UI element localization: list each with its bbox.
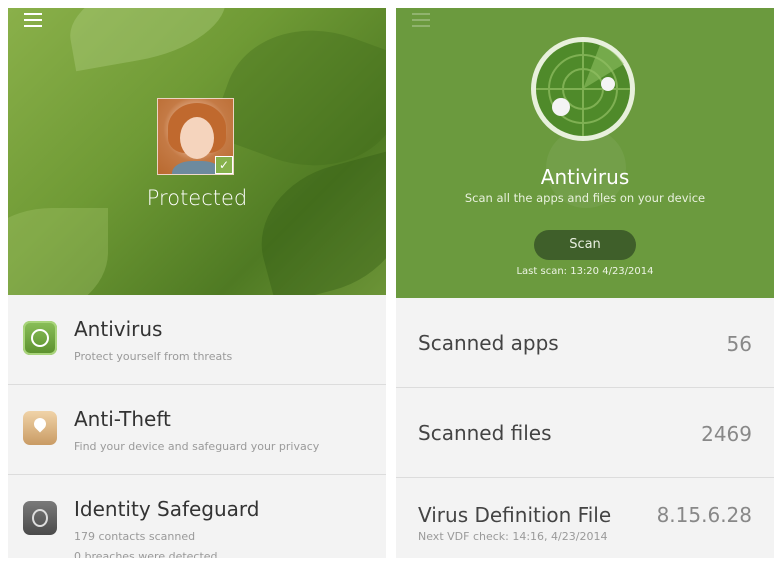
lock-icon: [23, 501, 57, 535]
checkmark-icon: ✓: [215, 156, 233, 174]
protection-status-header: ✓ Protected: [8, 8, 386, 295]
stat-row-scanned-apps: Scanned apps 56: [396, 298, 774, 388]
list-item-title: Antivirus: [74, 317, 163, 341]
right-screen: Antivirus Scan all the apps and files on…: [396, 8, 774, 558]
leaf-decoration: [245, 150, 386, 295]
list-item-subtitle: 179 contacts scanned: [74, 530, 196, 543]
antivirus-radar-icon: [23, 321, 57, 355]
list-item-subtitle: Find your device and safeguard your priv…: [74, 440, 320, 453]
hamburger-menu-icon[interactable]: [412, 13, 430, 27]
stat-label: Scanned files: [418, 421, 552, 445]
antivirus-header: Antivirus Scan all the apps and files on…: [396, 8, 774, 298]
avatar[interactable]: ✓: [157, 98, 234, 175]
feature-list: Antivirus Protect yourself from threats …: [8, 295, 386, 558]
list-item-subtitle: Protect yourself from threats: [74, 350, 233, 363]
stat-row-virus-definition-file: Virus Definition File 8.15.6.28 Next VDF…: [396, 478, 774, 558]
hamburger-menu-icon[interactable]: [24, 13, 42, 27]
stat-row-scanned-files: Scanned files 2469: [396, 388, 774, 478]
stat-label: Scanned apps: [418, 331, 559, 355]
antivirus-title: Antivirus: [540, 165, 630, 189]
list-item-anti-theft[interactable]: Anti-Theft Find your device and safeguar…: [8, 385, 386, 475]
leaf-decoration: [8, 208, 108, 295]
scan-stats-list: Scanned apps 56 Scanned files 2469 Virus…: [396, 298, 774, 558]
antivirus-subtitle: Scan all the apps and files on your devi…: [464, 191, 706, 205]
list-item-subtitle: 0 breaches were detected: [74, 550, 218, 558]
stat-label: Virus Definition File: [418, 503, 612, 527]
last-scan-text: Last scan: 13:20 4/23/2014: [516, 266, 654, 277]
scan-button[interactable]: Scan: [534, 230, 636, 260]
list-item-identity-safeguard[interactable]: Identity Safeguard 179 contacts scanned …: [8, 475, 386, 558]
stat-value: 8.15.6.28: [656, 503, 752, 527]
leaf-decoration: [62, 8, 234, 72]
stat-note: Next VDF check: 14:16, 4/23/2014: [418, 530, 608, 543]
stat-value: 56: [726, 332, 752, 356]
location-pin-icon: [23, 411, 57, 445]
antivirus-radar-icon: [528, 34, 638, 144]
list-item-antivirus[interactable]: Antivirus Protect yourself from threats: [8, 295, 386, 385]
protection-status-text: Protected: [146, 186, 248, 210]
left-screen: ✓ Protected Antivirus Protect yourself f…: [8, 8, 386, 558]
stat-value: 2469: [701, 422, 752, 446]
list-item-title: Anti-Theft: [74, 407, 171, 431]
list-item-title: Identity Safeguard: [74, 497, 260, 521]
